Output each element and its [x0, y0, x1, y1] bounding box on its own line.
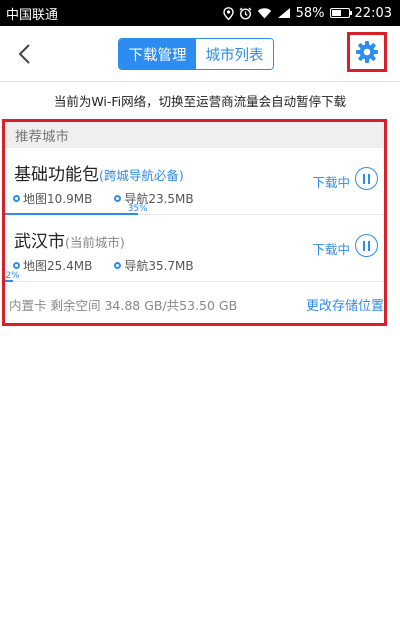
progress-label: 35% [127, 204, 148, 214]
city-name: 基础功能包(跨城导航必备) [14, 160, 184, 185]
city-title: 武汉市 [14, 232, 65, 252]
map-dot-icon [13, 195, 20, 202]
nav-size: 导航23.5MB [114, 190, 194, 207]
nav-dot-icon [114, 262, 122, 269]
pause-button[interactable] [355, 167, 378, 190]
pause-icon [363, 240, 365, 251]
tab-download-manager[interactable]: 下载管理 [119, 39, 196, 69]
download-status: 下载中 [312, 175, 350, 190]
city-name: 武汉市(当前城市) [14, 227, 125, 252]
storage-info: 内置卡 剩余空间 34.88 GB/共53.50 GB [9, 298, 238, 313]
map-dot-icon [13, 262, 20, 269]
recommended-cities-panel: 推荐城市 基础功能包(跨城导航必备) 地图10.9MB 导航23.5MB 下载中… [2, 119, 387, 326]
chevron-left-icon [18, 44, 30, 64]
signal-icon [277, 7, 291, 19]
settings-button[interactable] [347, 32, 387, 72]
tab-switcher: 下载管理 城市列表 [118, 38, 274, 70]
pause-button[interactable] [355, 234, 378, 257]
nav-size: 导航35.7MB [114, 257, 194, 274]
gear-icon [356, 41, 378, 63]
status-icons: 58% 22:03 [222, 5, 392, 21]
nav-dot-icon [114, 195, 122, 202]
city-item[interactable]: 基础功能包(跨城导航必备) 地图10.9MB 导航23.5MB 下载中 35% [5, 148, 384, 215]
city-title: 基础功能包 [14, 165, 99, 185]
clock: 22:03 [354, 5, 392, 21]
wifi-notice: 当前为Wi-Fi网络，切换至运营商流量会自动暂停下载 [0, 83, 400, 117]
battery-percent: 58% [295, 5, 325, 21]
battery-icon [329, 8, 352, 18]
section-header: 推荐城市 [5, 122, 384, 148]
map-size-value: 地图25.4MB [23, 259, 93, 273]
map-size: 地图25.4MB [13, 257, 92, 274]
back-button[interactable] [8, 36, 40, 72]
city-item[interactable]: 武汉市(当前城市) 地图25.4MB 导航35.7MB 下载中 2% [5, 215, 384, 282]
nav-size-value: 导航35.7MB [124, 259, 194, 273]
carrier-label: 中国联通 [6, 7, 59, 23]
city-stats: 地图10.9MB 导航23.5MB [13, 190, 216, 207]
app-header: 下载管理 城市列表 [0, 26, 400, 82]
download-status: 下载中 [312, 242, 350, 257]
location-icon [222, 6, 234, 20]
alarm-icon [239, 7, 252, 20]
tab-city-list[interactable]: 城市列表 [196, 39, 273, 69]
pause-icon [363, 173, 365, 184]
map-size-value: 地图10.9MB [23, 192, 93, 206]
city-stats: 地图25.4MB 导航35.7MB [13, 257, 216, 274]
city-note: (当前城市) [65, 235, 125, 250]
status-bar: 中国联通 58% 22:03 [0, 0, 400, 26]
change-storage-link[interactable]: 更改存储位置 [306, 295, 384, 314]
progress-label: 2% [5, 271, 20, 281]
map-size: 地图10.9MB [13, 190, 92, 207]
wifi-icon [257, 7, 272, 19]
storage-row: 内置卡 剩余空间 34.88 GB/共53.50 GB 更改存储位置 [5, 282, 384, 323]
city-note: (跨城导航必备) [99, 168, 184, 183]
